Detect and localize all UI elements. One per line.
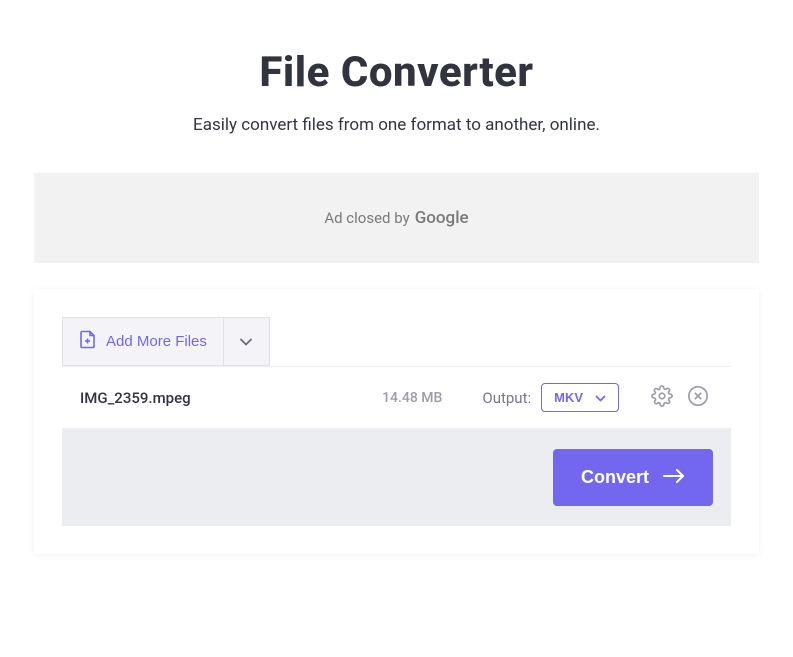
close-icon [687,385,709,410]
file-row: IMG_2359.mpeg 14.48 MB Output: MKV [62,366,731,429]
converter-card: Add More Files IMG_2359.mpeg 14.48 MB Ou… [34,289,759,554]
output-format-value: MKV [554,390,583,405]
convert-button[interactable]: Convert [553,449,713,506]
file-name: IMG_2359.mpeg [80,389,382,407]
add-more-files-label: Add More Files [106,333,207,350]
convert-button-label: Convert [581,467,649,488]
page-title: File Converter [0,48,793,97]
add-more-files-dropdown[interactable] [223,318,269,365]
output-label: Output: [482,389,531,407]
file-size: 14.48 MB [382,390,442,406]
arrow-right-icon [663,467,685,488]
page-subtitle: Easily convert files from one format to … [0,115,793,135]
ad-closed-label: Ad closed by [324,209,409,227]
add-more-files-button[interactable]: Add More Files [63,318,223,365]
add-files-group: Add More Files [62,317,270,366]
settings-button[interactable] [647,381,677,414]
output-format-select[interactable]: MKV [541,383,619,412]
ad-banner: Ad closed by Google [34,173,759,263]
ad-closed-text: Ad closed by Google [324,208,468,228]
google-logo: Google [415,208,469,228]
chevron-down-icon [595,390,606,405]
action-bar: Convert [62,429,731,526]
chevron-down-icon [239,334,253,349]
remove-file-button[interactable] [683,381,713,414]
file-add-icon [79,330,96,353]
gear-icon [651,385,673,410]
